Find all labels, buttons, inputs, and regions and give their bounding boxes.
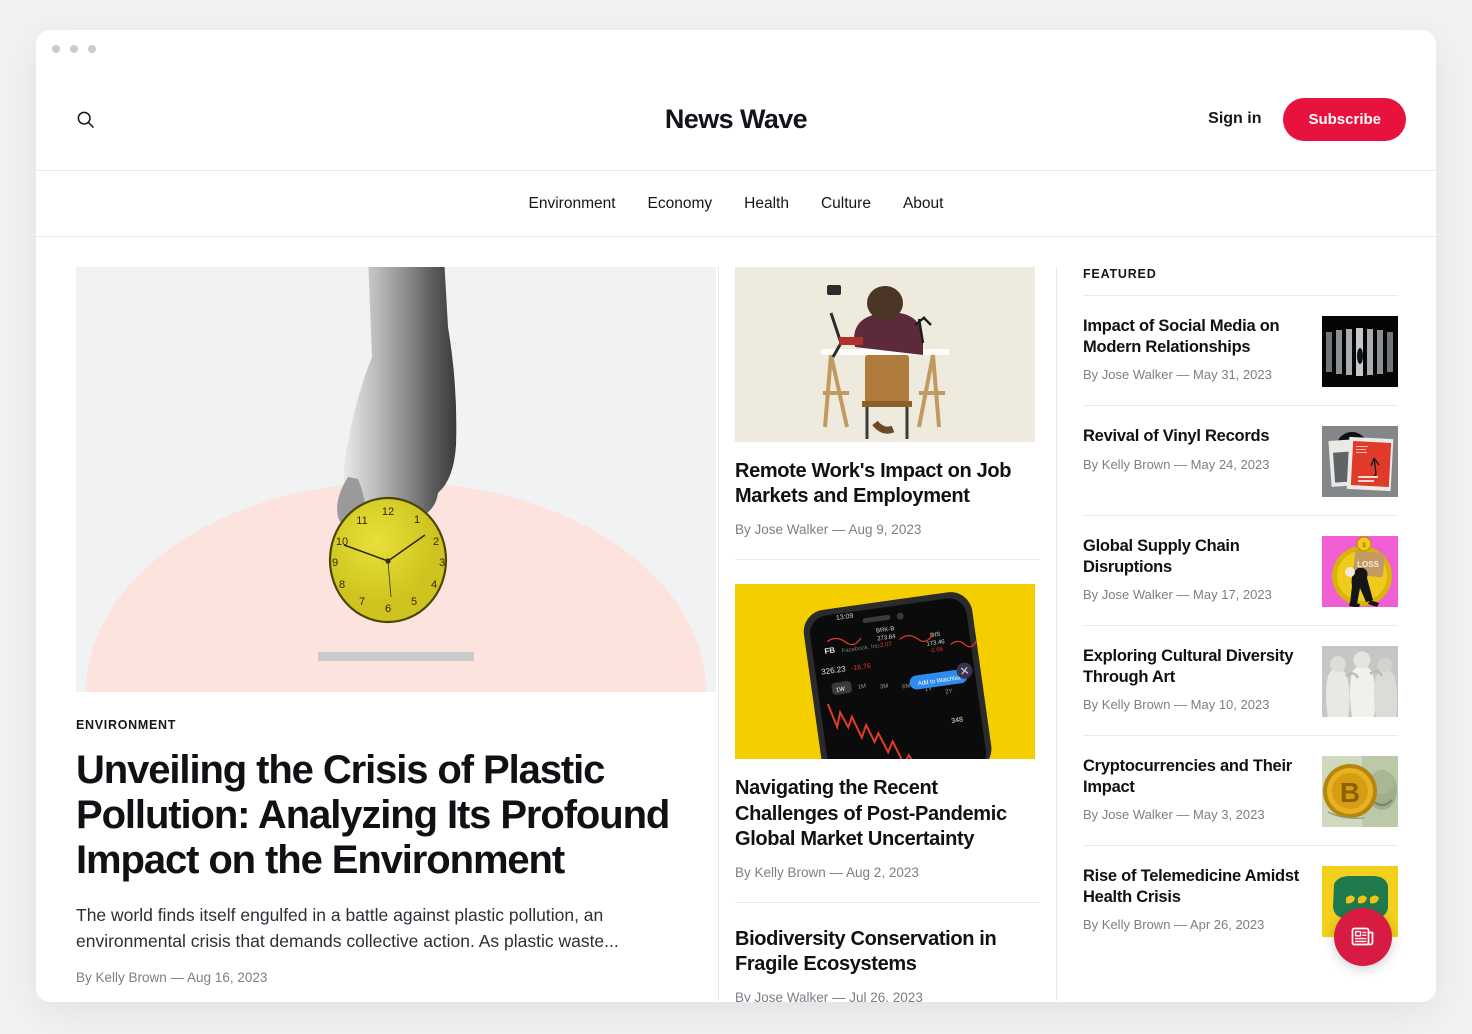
vinyl-record-photo <box>1322 426 1398 497</box>
hero-kicker[interactable]: ENVIRONMENT <box>76 718 692 732</box>
person-at-desk-photo <box>735 267 1035 442</box>
svg-text:1M: 1M <box>857 684 866 691</box>
svg-text:1: 1 <box>414 514 420 526</box>
featured-section-label: FEATURED <box>1083 267 1398 296</box>
site-masthead: News Wave Sign in Subscribe <box>36 68 1436 171</box>
featured-item[interactable]: Impact of Social Media on Modern Relatio… <box>1083 296 1398 406</box>
hand-with-clock-illustration: 12 1 2 3 4 5 6 7 8 9 10 11 <box>328 267 457 624</box>
featured-thumbnail[interactable]: $ LOSS <box>1322 536 1398 607</box>
dark-blinds-photo <box>1322 316 1398 387</box>
featured-item[interactable]: Exploring Cultural Diversity Through Art… <box>1083 626 1398 736</box>
svg-text:3: 3 <box>439 557 445 569</box>
featured-title[interactable]: Global Supply Chain Disruptions <box>1083 536 1308 577</box>
nav-item-environment[interactable]: Environment <box>529 195 616 213</box>
svg-text:8: 8 <box>339 579 345 591</box>
svg-text:5: 5 <box>411 596 417 608</box>
featured-title[interactable]: Exploring Cultural Diversity Through Art <box>1083 646 1308 687</box>
svg-text:12: 12 <box>382 506 394 518</box>
browser-window: News Wave Sign in Subscribe Environment … <box>36 30 1436 1002</box>
featured-byline: By Jose Walker — May 17, 2023 <box>1083 587 1272 603</box>
featured-byline: By Kelly Brown — Apr 26, 2023 <box>1083 917 1265 933</box>
window-dot-3 <box>88 45 96 53</box>
hero-headline[interactable]: Unveiling the Crisis of Plastic Pollutio… <box>76 748 692 884</box>
hero-excerpt: The world finds itself engulfed in a bat… <box>76 904 619 951</box>
featured-title[interactable]: Impact of Social Media on Modern Relatio… <box>1083 316 1308 357</box>
nav-item-culture[interactable]: Culture <box>821 195 871 213</box>
hero-image[interactable]: 12 1 2 3 4 5 6 7 8 9 10 11 <box>76 267 716 692</box>
featured-byline: By Kelly Brown — May 24, 2023 <box>1083 456 1270 472</box>
featured-thumbnail[interactable] <box>1322 316 1398 387</box>
window-dot-1 <box>52 45 60 53</box>
article-title[interactable]: Remote Work's Impact on Job Markets and … <box>735 459 1040 509</box>
article-byline: By Jose Walker — Jul 26, 2023 <box>735 990 923 1002</box>
svg-text:4: 4 <box>431 579 437 591</box>
article-title[interactable]: Navigating the Recent Challenges of Post… <box>735 776 1040 852</box>
nav-item-health[interactable]: Health <box>744 195 789 213</box>
svg-text:6M: 6M <box>902 684 911 691</box>
article-thumbnail[interactable]: 13:09 FB Facebook, Inc. 326.23 -16.76 BR… <box>735 584 1035 760</box>
content-grid: 12 1 2 3 4 5 6 7 8 9 10 11 ENVIRONMENT U… <box>36 237 1436 1002</box>
svg-text:LOSS: LOSS <box>1357 560 1379 569</box>
bitcoin-on-dollar-photo: B <box>1322 756 1398 827</box>
masthead-actions: Sign in Subscribe <box>1208 97 1406 141</box>
featured-thumbnail[interactable] <box>1322 426 1398 497</box>
window-dot-2 <box>70 45 78 53</box>
article-card[interactable]: Remote Work's Impact on Job Markets and … <box>735 267 1040 559</box>
nav-item-economy[interactable]: Economy <box>648 195 713 213</box>
subscribe-button[interactable]: Subscribe <box>1283 97 1406 141</box>
featured-item[interactable]: Revival of Vinyl Records By Kelly Brown … <box>1083 406 1398 516</box>
main-column: 12 1 2 3 4 5 6 7 8 9 10 11 ENVIRONMENT U… <box>36 267 718 1001</box>
featured-thumbnail[interactable]: B <box>1322 756 1398 827</box>
featured-byline: By Jose Walker — May 31, 2023 <box>1083 367 1272 383</box>
featured-item[interactable]: Global Supply Chain Disruptions By Jose … <box>1083 516 1398 626</box>
article-card[interactable]: Biodiversity Conservation in Fragile Eco… <box>735 901 1040 1002</box>
sign-in-button[interactable]: Sign in <box>1208 110 1261 128</box>
window-chrome <box>36 30 1436 68</box>
featured-title[interactable]: Rise of Telemedicine Amidst Health Crisi… <box>1083 866 1308 907</box>
featured-thumbnail[interactable] <box>1322 646 1398 717</box>
article-thumbnail[interactable] <box>735 267 1035 442</box>
svg-text:2: 2 <box>433 536 439 548</box>
search-icon <box>77 111 94 128</box>
newspaper-icon <box>1351 927 1374 946</box>
news-fab-button[interactable] <box>1334 908 1392 966</box>
article-card[interactable]: 13:09 FB Facebook, Inc. 326.23 -16.76 BR… <box>735 559 1040 902</box>
article-byline: By Jose Walker — Aug 9, 2023 <box>735 522 922 538</box>
hero-byline: By Kelly Brown — Aug 16, 2023 <box>76 970 268 986</box>
featured-sidebar: FEATURED Impact of Social Media on Moder… <box>1056 267 1436 1001</box>
svg-text:FB: FB <box>824 646 836 656</box>
smartphone-stock-chart-photo: 13:09 FB Facebook, Inc. 326.23 -16.76 BR… <box>735 584 1035 760</box>
primary-nav: Environment Economy Health Culture About <box>36 171 1436 237</box>
svg-text:2Y: 2Y <box>945 689 953 696</box>
featured-byline: By Jose Walker — May 3, 2023 <box>1083 807 1265 823</box>
search-button[interactable] <box>70 104 100 134</box>
featured-byline: By Kelly Brown — May 10, 2023 <box>1083 697 1270 713</box>
svg-text:B: B <box>1340 777 1360 808</box>
svg-text:3M: 3M <box>880 684 889 691</box>
secondary-column: Remote Work's Impact on Job Markets and … <box>718 267 1056 1002</box>
marble-statues-photo <box>1322 646 1398 717</box>
nav-item-about[interactable]: About <box>903 195 944 213</box>
featured-title[interactable]: Revival of Vinyl Records <box>1083 426 1308 447</box>
featured-title[interactable]: Cryptocurrencies and Their Impact <box>1083 756 1308 797</box>
svg-text:11: 11 <box>356 515 367 527</box>
article-title[interactable]: Biodiversity Conservation in Fragile Eco… <box>735 927 1040 977</box>
svg-text:6: 6 <box>385 603 391 615</box>
svg-text:9: 9 <box>332 557 338 569</box>
svg-text:7: 7 <box>359 596 365 608</box>
loss-box-on-coin-illustration: $ LOSS <box>1322 536 1398 607</box>
featured-item[interactable]: Cryptocurrencies and Their Impact By Jos… <box>1083 736 1398 846</box>
article-byline: By Kelly Brown — Aug 2, 2023 <box>735 864 919 880</box>
